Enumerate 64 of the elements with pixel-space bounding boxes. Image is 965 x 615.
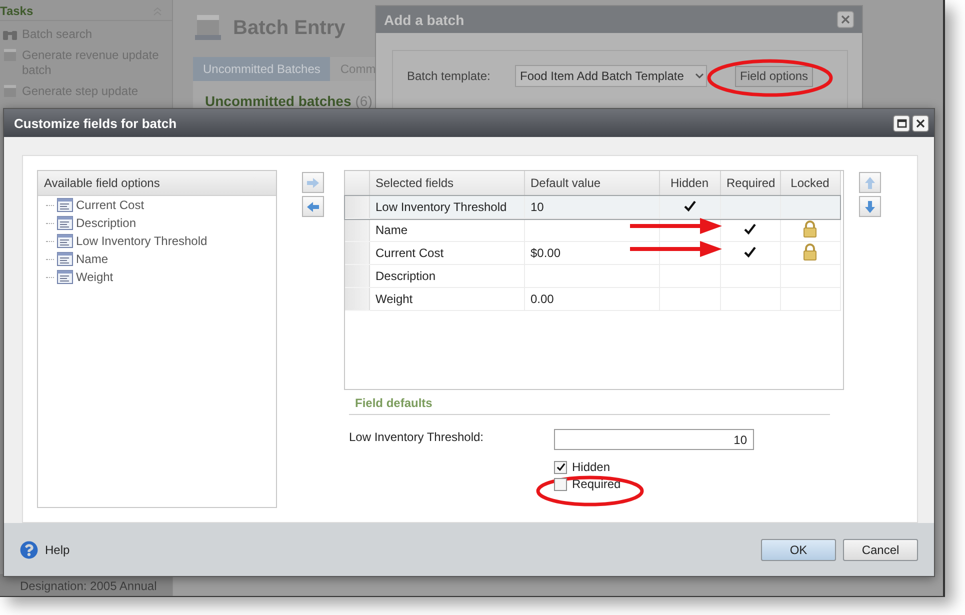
table-cell: Low Inventory Threshold xyxy=(369,196,524,218)
list-item[interactable]: Description xyxy=(76,216,136,230)
field-icon xyxy=(57,216,73,230)
close-icon xyxy=(841,15,850,24)
grid-row[interactable]: Description xyxy=(345,264,840,288)
list-item[interactable]: Low Inventory Threshold xyxy=(76,234,208,248)
list-item[interactable]: Name xyxy=(76,252,108,266)
status-text: Designation: 2005 Annual xyxy=(20,579,157,593)
column-header: Hidden xyxy=(659,171,720,196)
list-heading: Available field options xyxy=(44,176,160,190)
checkbox-label: Required xyxy=(572,477,621,491)
dialog-title: Customize fields for batch xyxy=(14,116,177,130)
arrow-right-icon xyxy=(306,176,320,188)
check-icon xyxy=(682,198,696,212)
field-icon xyxy=(57,198,73,212)
arrow-up-icon xyxy=(863,176,877,188)
padlock-icon xyxy=(803,220,817,238)
grid-row[interactable]: Current Cost $0.00 xyxy=(345,242,840,264)
arrow-down-icon xyxy=(863,200,877,212)
column-header: Required xyxy=(720,171,780,196)
maximize-button[interactable] xyxy=(893,114,910,132)
move-down-button[interactable] xyxy=(859,196,881,217)
dialog-title: Add a batch xyxy=(384,12,464,28)
tasks-heading: Tasks xyxy=(0,4,34,18)
section-title: Uncommitted batches xyxy=(205,93,352,109)
check-icon xyxy=(743,244,757,258)
chevron-down-icon xyxy=(695,73,704,79)
grid-row[interactable]: Low Inventory Threshold 10 xyxy=(345,196,840,218)
remove-field-button[interactable] xyxy=(302,196,324,217)
template-dropdown[interactable]: Food Item Add Batch Template xyxy=(515,65,707,87)
help-link[interactable]: Help xyxy=(20,540,70,558)
list-item[interactable]: Weight xyxy=(76,270,114,284)
field-icon xyxy=(57,252,73,266)
grid-row[interactable]: Weight 0.00 xyxy=(345,288,840,310)
table-cell: Weight xyxy=(369,288,524,310)
column-header: Locked xyxy=(780,171,840,196)
check-icon xyxy=(556,462,566,472)
list-item[interactable]: Current Cost xyxy=(76,198,144,212)
input-field[interactable]: 10 xyxy=(554,429,754,450)
padlock-icon xyxy=(803,242,817,260)
field-icon xyxy=(57,270,73,284)
table-cell: 0.00 xyxy=(524,288,659,310)
column-header: Default value xyxy=(524,171,659,196)
table-cell: 10 xyxy=(524,196,659,218)
maximize-icon xyxy=(896,118,906,128)
add-field-button[interactable] xyxy=(302,172,324,193)
column-header: Selected fields xyxy=(369,171,524,196)
move-up-button[interactable] xyxy=(859,172,881,193)
close-icon xyxy=(916,118,925,128)
arrow-left-icon xyxy=(306,200,320,212)
checkbox-label: Hidden xyxy=(572,460,610,474)
section-heading: Field defaults xyxy=(349,396,830,415)
check-icon xyxy=(743,222,757,236)
field-label: Low Inventory Threshold: xyxy=(349,429,485,444)
field-icon xyxy=(57,234,73,248)
help-icon xyxy=(20,540,38,558)
dialog-button[interactable]: Cancel xyxy=(843,538,918,560)
box-stack-icon xyxy=(193,13,223,43)
field-label: Batch template: xyxy=(407,69,492,83)
field-options-button[interactable]: Field options xyxy=(735,66,814,86)
close-button[interactable] xyxy=(912,114,929,132)
checkbox[interactable] xyxy=(554,460,567,474)
checkbox[interactable] xyxy=(554,478,567,490)
dialog-button[interactable]: OK xyxy=(761,538,836,560)
